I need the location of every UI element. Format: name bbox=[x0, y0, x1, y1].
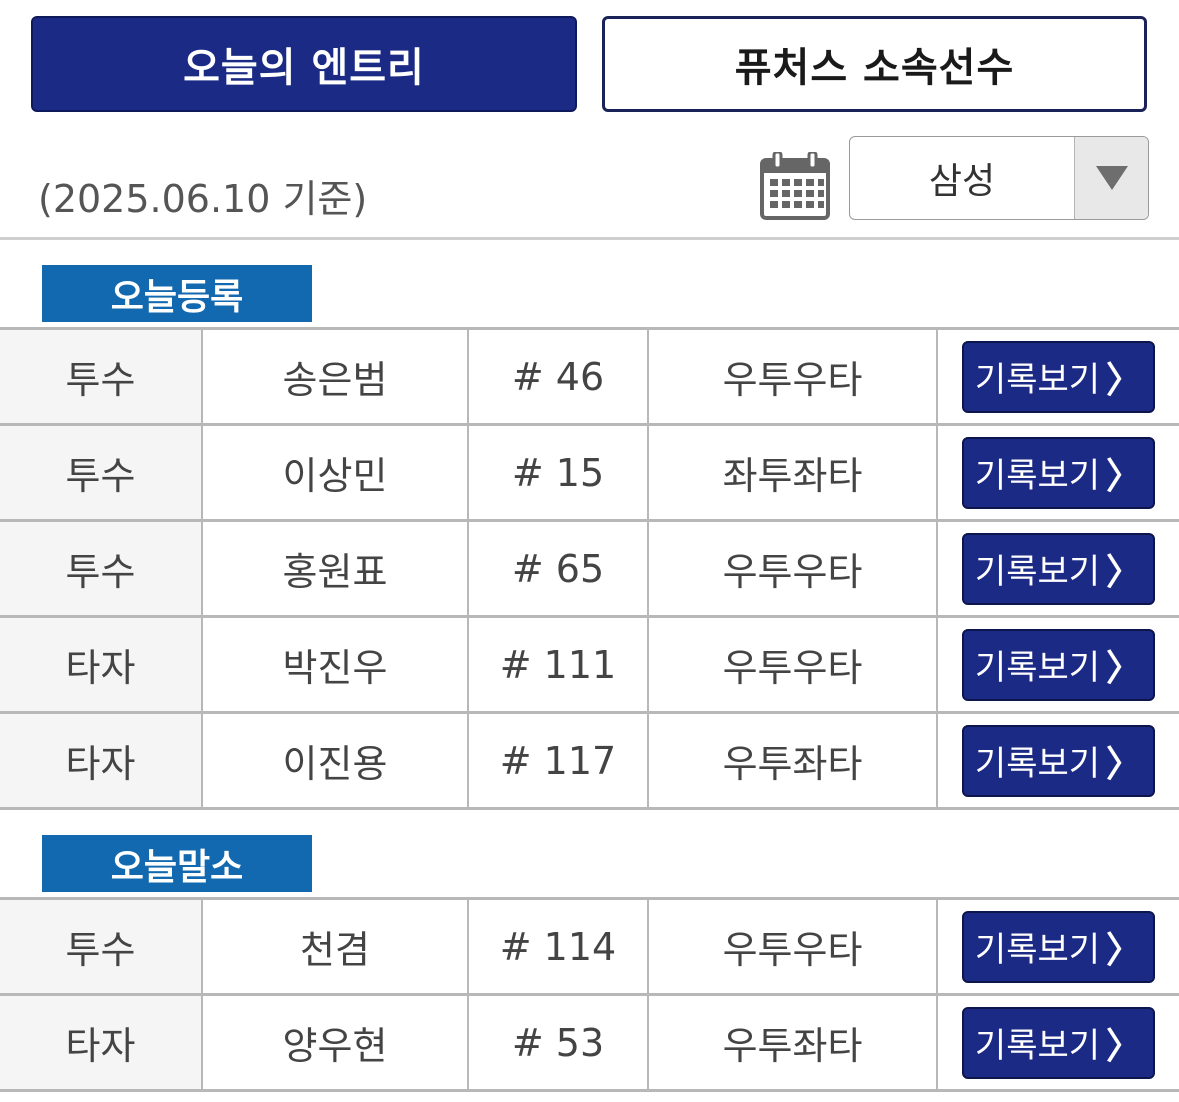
chevron-right-icon: 〉 bbox=[1106, 551, 1143, 593]
name-cell: 박진우 bbox=[201, 615, 468, 714]
chevron-right-icon: 〉 bbox=[1106, 929, 1143, 971]
view-record-button[interactable]: 기록보기 〉 bbox=[962, 436, 1155, 509]
button-label: 기록보기 bbox=[974, 360, 1101, 400]
hand-cell: 우투좌타 bbox=[647, 993, 937, 1092]
number-cell: # 53 bbox=[467, 993, 648, 1092]
position-cell: 타자 bbox=[0, 711, 202, 810]
record-cell: 기록보기 〉 bbox=[936, 993, 1179, 1092]
hand-cell: 우투우타 bbox=[647, 897, 937, 996]
position-cell: 투수 bbox=[0, 519, 202, 618]
record-cell: 기록보기 〉 bbox=[936, 423, 1179, 522]
date-label: (2025.06.10 기준) bbox=[38, 177, 368, 221]
chevron-right-icon: 〉 bbox=[1106, 647, 1143, 689]
number-cell: # 117 bbox=[467, 711, 648, 810]
button-label: 기록보기 bbox=[974, 1026, 1101, 1066]
chevron-right-icon: 〉 bbox=[1106, 1025, 1143, 1067]
view-record-button[interactable]: 기록보기 〉 bbox=[962, 532, 1155, 605]
hand-cell: 우투우타 bbox=[647, 327, 937, 426]
name-cell: 홍원표 bbox=[201, 519, 468, 618]
team-select-value: 삼성 bbox=[928, 161, 996, 202]
triangle-down-icon[interactable] bbox=[1074, 137, 1148, 219]
hand-cell: 좌투좌타 bbox=[647, 423, 937, 522]
table-row: 투수 천겸 # 114 우투우타 기록보기 〉 bbox=[0, 897, 1179, 996]
section-label-deregistered: 오늘말소 bbox=[42, 835, 312, 892]
deregistered-table: 투수 천겸 # 114 우투우타 기록보기 〉 타자 양우현 # 53 우투좌타 … bbox=[0, 897, 1179, 1092]
position-cell: 타자 bbox=[0, 993, 202, 1092]
hand-cell: 우투우타 bbox=[647, 615, 937, 714]
view-record-button[interactable]: 기록보기 〉 bbox=[962, 340, 1155, 413]
number-cell: # 111 bbox=[467, 615, 648, 714]
chevron-right-icon: 〉 bbox=[1106, 743, 1143, 785]
position-cell: 투수 bbox=[0, 327, 202, 426]
button-label: 기록보기 bbox=[974, 552, 1101, 592]
team-select[interactable]: 삼성 bbox=[849, 136, 1149, 220]
number-cell: # 65 bbox=[467, 519, 648, 618]
number-cell: # 15 bbox=[467, 423, 648, 522]
name-cell: 이상민 bbox=[201, 423, 468, 522]
record-cell: 기록보기 〉 bbox=[936, 897, 1179, 996]
table-row: 투수 이상민 # 15 좌투좌타 기록보기 〉 bbox=[0, 423, 1179, 522]
table-row: 투수 송은범 # 46 우투우타 기록보기 〉 bbox=[0, 327, 1179, 426]
name-cell: 양우현 bbox=[201, 993, 468, 1092]
view-record-button[interactable]: 기록보기 〉 bbox=[962, 1006, 1155, 1079]
view-record-button[interactable]: 기록보기 〉 bbox=[962, 724, 1155, 797]
table-row: 타자 박진우 # 111 우투우타 기록보기 〉 bbox=[0, 615, 1179, 714]
position-cell: 투수 bbox=[0, 423, 202, 522]
button-label: 기록보기 bbox=[974, 648, 1101, 688]
calendar-icon[interactable] bbox=[760, 150, 830, 220]
record-cell: 기록보기 〉 bbox=[936, 519, 1179, 618]
entry-tabs: 오늘의 엔트리 퓨처스 소속선수 bbox=[31, 16, 1147, 112]
hand-cell: 우투우타 bbox=[647, 519, 937, 618]
position-cell: 타자 bbox=[0, 615, 202, 714]
record-cell: 기록보기 〉 bbox=[936, 711, 1179, 810]
position-cell: 투수 bbox=[0, 897, 202, 996]
name-cell: 송은범 bbox=[201, 327, 468, 426]
button-label: 기록보기 bbox=[974, 744, 1101, 784]
record-cell: 기록보기 〉 bbox=[936, 327, 1179, 426]
button-label: 기록보기 bbox=[974, 456, 1101, 496]
record-cell: 기록보기 〉 bbox=[936, 615, 1179, 714]
name-cell: 이진용 bbox=[201, 711, 468, 810]
table-row: 타자 양우현 # 53 우투좌타 기록보기 〉 bbox=[0, 993, 1179, 1092]
table-row: 투수 홍원표 # 65 우투우타 기록보기 〉 bbox=[0, 519, 1179, 618]
registered-table: 투수 송은범 # 46 우투우타 기록보기 〉 투수 이상민 # 15 좌투좌타 … bbox=[0, 327, 1179, 810]
table-row: 타자 이진용 # 117 우투좌타 기록보기 〉 bbox=[0, 711, 1179, 810]
number-cell: # 46 bbox=[467, 327, 648, 426]
button-label: 기록보기 bbox=[974, 930, 1101, 970]
section-label-registered: 오늘등록 bbox=[42, 265, 312, 322]
chevron-right-icon: 〉 bbox=[1106, 359, 1143, 401]
number-cell: # 114 bbox=[467, 897, 648, 996]
divider bbox=[0, 237, 1179, 240]
hand-cell: 우투좌타 bbox=[647, 711, 937, 810]
name-cell: 천겸 bbox=[201, 897, 468, 996]
view-record-button[interactable]: 기록보기 〉 bbox=[962, 628, 1155, 701]
tab-futures-players[interactable]: 퓨처스 소속선수 bbox=[602, 16, 1147, 112]
chevron-right-icon: 〉 bbox=[1106, 455, 1143, 497]
view-record-button[interactable]: 기록보기 〉 bbox=[962, 910, 1155, 983]
tab-today-entry[interactable]: 오늘의 엔트리 bbox=[31, 16, 577, 112]
